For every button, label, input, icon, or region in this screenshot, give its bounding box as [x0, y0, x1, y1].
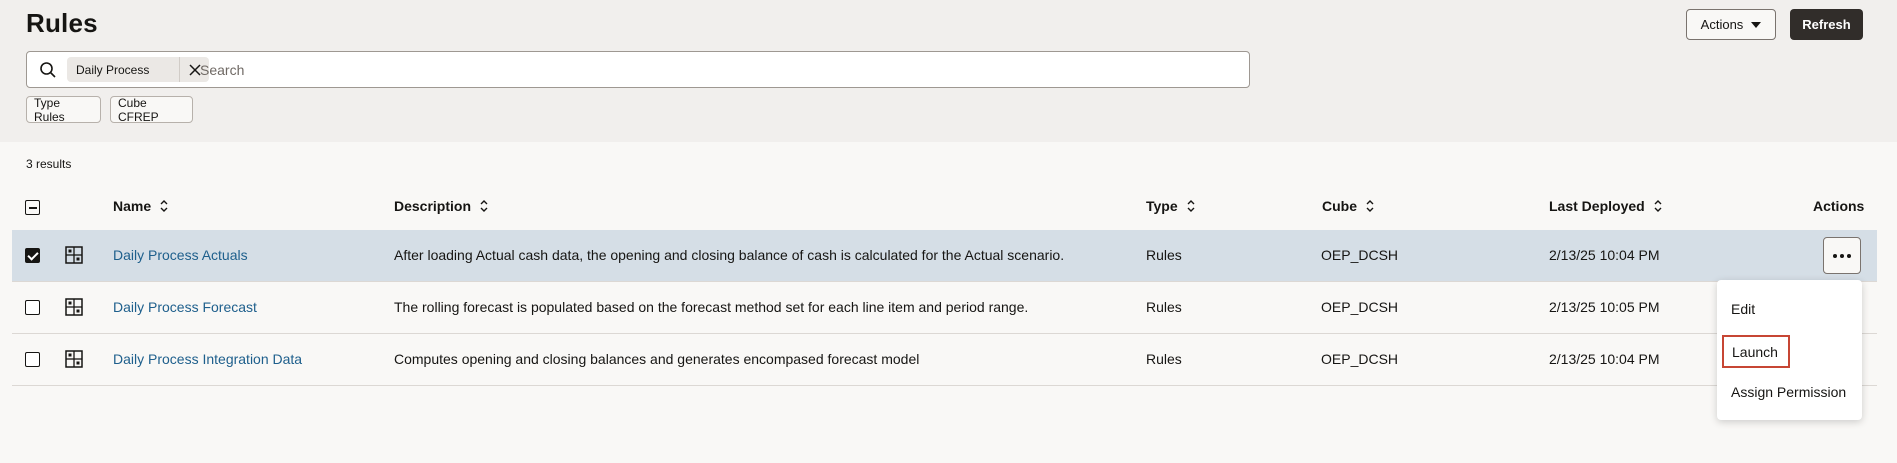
menu-item-assign-permission[interactable]: Assign Permission	[1731, 384, 1846, 400]
more-icon	[1840, 253, 1844, 258]
more-icon	[1847, 253, 1851, 258]
column-cube-label: Cube	[1322, 198, 1357, 214]
column-last-deployed-label: Last Deployed	[1549, 198, 1645, 214]
column-name-label: Name	[113, 198, 152, 214]
sort-icon	[1366, 200, 1374, 212]
actions-dropdown-button[interactable]: Actions	[1686, 9, 1776, 40]
rule-description: Computes opening and closing balances an…	[394, 351, 920, 367]
page-title: Rules	[26, 8, 98, 38]
table-row[interactable]: Daily Process Integration Data Computes …	[12, 334, 1877, 386]
actions-label: Actions	[1700, 17, 1744, 32]
sort-icon	[1187, 200, 1195, 212]
rule-description: The rolling forecast is populated based …	[394, 299, 1029, 315]
table-row[interactable]: Daily Process Actuals After loading Actu…	[12, 230, 1877, 282]
sort-icon	[480, 200, 488, 212]
table-row[interactable]: Daily Process Forecast The rolling forec…	[12, 282, 1877, 334]
rule-cube: OEP_DCSH	[1321, 351, 1399, 367]
column-header-actions: Actions	[1813, 198, 1864, 214]
chevron-down-icon	[1751, 21, 1762, 28]
row-checkbox[interactable]	[25, 352, 40, 367]
menu-item-edit[interactable]: Edit	[1731, 301, 1755, 317]
search-filter-chip: Daily Process	[67, 57, 209, 82]
rule-name-link[interactable]: Daily Process Actuals	[113, 247, 248, 263]
page-header: Rules Actions Refresh Daily Process Sear…	[0, 0, 1897, 142]
results-count: 3 results	[26, 157, 72, 171]
rule-type: Rules	[1146, 247, 1182, 263]
search-chip-label: Daily Process	[76, 62, 150, 77]
column-header-type[interactable]: Type	[1146, 198, 1196, 214]
rule-last-deployed: 2/13/25 10:04 PM	[1549, 351, 1660, 367]
column-header-name[interactable]: Name	[113, 198, 169, 214]
ruleset-icon	[65, 246, 83, 264]
sort-icon	[1654, 200, 1662, 212]
rule-type: Rules	[1146, 299, 1182, 315]
column-actions-label: Actions	[1813, 198, 1865, 214]
rule-cube: OEP_DCSH	[1321, 299, 1399, 315]
more-icon	[1833, 253, 1837, 258]
row-checkbox[interactable]	[25, 300, 40, 315]
column-type-label: Type	[1146, 198, 1178, 214]
ruleset-icon	[65, 350, 83, 368]
refresh-button[interactable]: Refresh	[1790, 9, 1863, 40]
rule-cube: OEP_DCSH	[1321, 247, 1399, 263]
search-bar[interactable]: Daily Process Search	[26, 51, 1250, 88]
rule-description: After loading Actual cash data, the open…	[394, 247, 1065, 263]
rule-type: Rules	[1146, 351, 1182, 367]
column-description-label: Description	[394, 198, 472, 214]
ruleset-icon	[65, 298, 83, 316]
column-header-cube[interactable]: Cube	[1322, 198, 1375, 214]
rule-name-link[interactable]: Daily Process Forecast	[113, 299, 257, 315]
menu-item-launch-label: Launch	[1732, 343, 1778, 360]
facet-type-chip[interactable]: Type Rules	[26, 96, 101, 124]
row-actions-button[interactable]	[1823, 237, 1861, 274]
sort-icon	[160, 200, 168, 212]
rule-name-link[interactable]: Daily Process Integration Data	[113, 351, 302, 367]
row-actions-menu: Edit Launch Assign Permission	[1717, 280, 1862, 420]
search-input[interactable]: Search	[200, 62, 244, 78]
menu-item-launch[interactable]: Launch	[1722, 335, 1790, 368]
rule-last-deployed: 2/13/25 10:05 PM	[1549, 299, 1660, 315]
rule-last-deployed: 2/13/25 10:04 PM	[1549, 247, 1660, 263]
facet-cube-chip[interactable]: Cube CFREP	[110, 96, 193, 124]
row-checkbox[interactable]	[25, 248, 40, 263]
indeterminate-mark	[28, 206, 37, 209]
column-header-description[interactable]: Description	[394, 198, 489, 214]
search-icon	[40, 62, 56, 78]
column-header-last-deployed[interactable]: Last Deployed	[1549, 198, 1663, 214]
select-all-checkbox[interactable]	[25, 200, 40, 215]
